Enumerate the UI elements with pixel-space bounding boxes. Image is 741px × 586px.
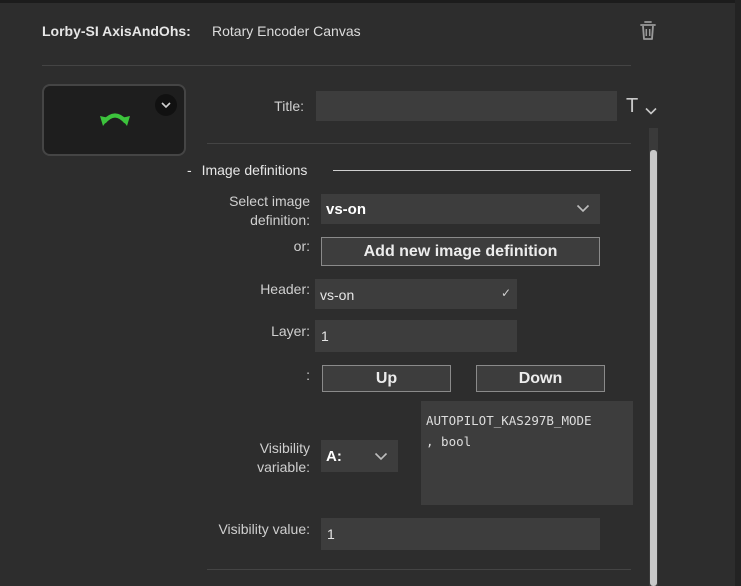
visibility-label-line1: Visibility [259,440,310,456]
header-label: Header: [260,281,310,297]
plugin-name: Lorby-SI AxisAndOhs: [42,23,191,39]
variable-type-select[interactable]: A: [321,440,398,472]
trash-icon[interactable] [638,20,658,42]
up-button[interactable]: Up [322,365,451,392]
layer-input[interactable] [315,320,517,352]
header-divider [42,65,631,66]
text-format-icon[interactable]: T [626,95,638,118]
header-value: vs-on [320,287,355,303]
action-name: Rotary Encoder Canvas [212,23,361,39]
check-icon[interactable]: ✓ [501,286,511,300]
select-image-label: Select image definition: [210,192,310,230]
preview-chevron-down-icon[interactable] [155,94,177,116]
section-rule [333,170,631,171]
title-chevron-down-icon[interactable] [645,102,657,115]
visibility-value-input[interactable] [321,518,600,550]
rotary-arrow-icon [99,107,131,127]
add-image-definition-button[interactable]: Add new image definition [321,237,600,266]
title-divider [207,143,631,144]
title-input[interactable] [316,91,617,121]
select-image-label-line2: definition: [250,212,310,228]
scrollbar-thumb[interactable] [650,150,657,586]
chevron-down-icon [374,452,388,461]
image-definition-selected: vs-on [326,200,367,218]
variable-type-value: A: [326,447,342,465]
section-title: Image definitions [201,162,308,178]
visibility-variable-textarea[interactable]: AUTOPILOT_KAS297B_MODE , bool [421,401,633,505]
image-definition-select[interactable]: vs-on [321,194,600,224]
layer-label: Layer: [271,323,310,339]
select-image-label-line1: Select image [229,193,310,209]
collapse-toggle[interactable]: - [187,162,192,178]
window-right-edge [735,0,741,586]
down-button[interactable]: Down [476,365,605,392]
title-label: Title: [274,98,304,114]
visibility-variable-label: Visibility variable: [230,439,310,477]
or-label: or: [293,238,310,254]
visibility-label-line2: variable: [257,459,310,475]
order-label: : [306,367,310,383]
window-top-border [0,0,741,3]
visibility-value-label: Visibility value: [218,521,310,537]
bottom-divider [207,569,631,570]
header-field[interactable]: vs-on ✓ [315,279,517,309]
chevron-down-icon [576,204,590,213]
image-definitions-header[interactable]: - Image definitions [187,162,307,178]
